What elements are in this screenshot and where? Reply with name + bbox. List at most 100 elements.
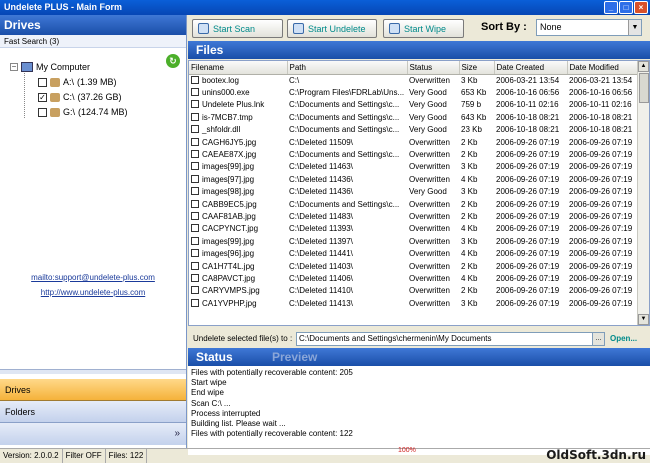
tab-preview[interactable]: Preview: [272, 348, 317, 366]
column-header[interactable]: Size: [459, 61, 495, 75]
table-cell: C:\Deleted 11413\: [289, 298, 353, 308]
start-scan-button[interactable]: Start Scan: [192, 19, 283, 38]
table-row[interactable]: CA1H7T4L.jpg C:\Deleted 11403\ Overwritten…: [189, 260, 637, 272]
table-cell: 2006-09-26 07:19: [569, 261, 633, 271]
nav-folders[interactable]: Folders: [0, 401, 186, 423]
refresh-icon[interactable]: ↻: [166, 54, 180, 68]
table-cell: C:\Deleted 11410\: [289, 286, 353, 296]
table-cell: 4 Kb: [461, 249, 478, 259]
minimize-button[interactable]: _: [604, 1, 618, 14]
table-row[interactable]: images[99].jpg C:\Deleted 11463\ Overwritt…: [189, 161, 637, 173]
log-line: Files with potentially recoverable conte…: [191, 429, 353, 439]
file-checkbox[interactable]: [191, 75, 199, 84]
destination-input[interactable]: C:\Documents and Settings\chermenin\My D…: [296, 332, 593, 346]
table-row[interactable]: CABB9EC5.jpg C:\Documents and Settings\c.…: [189, 198, 637, 210]
drive-c-checkbox[interactable]: ✓: [38, 92, 47, 102]
file-checkbox[interactable]: [191, 174, 199, 183]
scroll-down-icon[interactable]: ▼: [638, 314, 649, 325]
table-cell: Very Good: [409, 112, 447, 122]
table-row[interactable]: CACPYNCT.jpg C:\Deleted 11393\ Overwritten…: [189, 223, 637, 235]
table-row[interactable]: unins000.exe C:\Program Files\FDRLab\Uns.…: [189, 86, 637, 98]
tree-item-my-computer[interactable]: − My Computer: [10, 62, 90, 72]
table-cell: 2006-09-26 07:19: [496, 162, 560, 172]
column-header[interactable]: Date Created: [494, 61, 568, 75]
drive-a-checkbox[interactable]: [38, 77, 47, 87]
file-checkbox[interactable]: [191, 150, 199, 159]
website-link[interactable]: http://www.undelete-plus.com: [0, 288, 186, 297]
file-checkbox[interactable]: [191, 286, 199, 295]
file-checkbox[interactable]: [191, 199, 199, 208]
table-row[interactable]: CAEAE87X.jpg C:\Documents and Settings\c.…: [189, 148, 637, 160]
tree-item-drive-c[interactable]: ✓ C:\ (37.26 GB): [38, 92, 122, 102]
table-cell: 2006-09-26 07:19: [569, 162, 633, 172]
table-cell: Overwritten: [409, 249, 450, 259]
tree-item-drive-a[interactable]: A:\ (1.39 MB): [38, 77, 117, 87]
open-link[interactable]: Open...: [610, 334, 637, 343]
collapse-icon[interactable]: −: [10, 63, 18, 71]
table-row[interactable]: images[97].jpg C:\Deleted 11436\ Overwritt…: [189, 173, 637, 185]
table-row[interactable]: Undelete Plus.lnk C:\Documents and Settin…: [189, 99, 637, 111]
chevron-down-icon[interactable]: ▼: [628, 20, 641, 35]
scroll-thumb[interactable]: [639, 73, 649, 103]
file-checkbox[interactable]: [191, 211, 199, 220]
nav-drives[interactable]: Drives: [0, 379, 186, 401]
fast-search-label[interactable]: Fast Search (3): [0, 35, 186, 48]
file-checkbox[interactable]: [191, 261, 199, 270]
close-button[interactable]: ×: [634, 1, 648, 14]
file-checkbox[interactable]: [191, 137, 199, 146]
file-name: CACPYNCT.jpg: [202, 224, 259, 234]
table-row[interactable]: bootex.log C:\ Overwritten 3 Kb 2006-03-21 1…: [189, 74, 637, 86]
table-row[interactable]: CAGH6JY5.jpg C:\Deleted 11509\ Overwritten…: [189, 136, 637, 148]
support-links: mailto:support@undelete-plus.com http://…: [0, 273, 186, 303]
log-line: Building list. Please wait ...: [191, 419, 286, 429]
panel-splitter[interactable]: [0, 369, 186, 374]
maximize-button[interactable]: □: [619, 1, 633, 14]
file-checkbox[interactable]: [191, 298, 199, 307]
table-cell: 2006-09-26 07:19: [569, 224, 633, 234]
email-link[interactable]: mailto:support@undelete-plus.com: [0, 273, 186, 282]
table-cell: C:\Deleted 11436\: [289, 187, 353, 197]
table-row[interactable]: CARYVMPS.jpg C:\Deleted 11410\ Overwritten…: [189, 285, 637, 297]
table-row[interactable]: is-7MCB7.tmp C:\Documents and Settings\c.…: [189, 111, 637, 123]
table-row[interactable]: _shfoldr.dll C:\Documents and Settings\c.…: [189, 124, 637, 136]
file-checkbox[interactable]: [191, 162, 199, 171]
nav-more-chevron-icon[interactable]: »: [0, 423, 186, 445]
column-header[interactable]: Date Modified: [567, 61, 638, 75]
table-cell: 4 Kb: [461, 174, 478, 184]
table-cell: Overwritten: [409, 75, 450, 85]
table-row[interactable]: CA8PAVCT.jpg C:\Deleted 11406\ Overwritten…: [189, 272, 637, 284]
table-row[interactable]: images[96].jpg C:\Deleted 11441\ Overwritt…: [189, 247, 637, 259]
file-checkbox[interactable]: [191, 224, 199, 233]
file-checkbox[interactable]: [191, 236, 199, 245]
file-checkbox[interactable]: [191, 100, 199, 109]
start-wipe-button[interactable]: Start Wipe: [383, 19, 464, 38]
file-checkbox[interactable]: [191, 273, 199, 282]
table-cell: 2006-09-26 07:19: [496, 236, 560, 246]
table-cell: unins000.exe: [189, 86, 287, 98]
file-checkbox[interactable]: [191, 88, 199, 97]
column-header[interactable]: Path: [287, 61, 408, 75]
table-row[interactable]: CA1YVPHP.jpg C:\Deleted 11413\ Overwritten…: [189, 297, 637, 309]
file-checkbox[interactable]: [191, 125, 199, 134]
drive-g-checkbox[interactable]: [38, 107, 47, 117]
table-cell: 2 Kb: [461, 150, 478, 160]
file-checkbox[interactable]: [191, 187, 199, 196]
file-checkbox[interactable]: [191, 249, 199, 258]
undelete-icon: [293, 23, 304, 34]
table-cell: Overwritten: [409, 150, 450, 160]
table-cell: Overwritten: [409, 199, 450, 209]
table-row[interactable]: images[99].jpg C:\Deleted 11397\ Overwritt…: [189, 235, 637, 247]
scroll-up-icon[interactable]: ▲: [638, 61, 649, 72]
sort-by-select[interactable]: None ▼: [536, 19, 642, 36]
column-header[interactable]: Filename: [189, 61, 288, 75]
start-undelete-button[interactable]: Start Undelete: [287, 19, 377, 38]
table-row[interactable]: CAAF81AB.jpg C:\Deleted 11483\ Overwritten…: [189, 210, 637, 222]
tab-status[interactable]: Status: [196, 348, 233, 366]
column-header[interactable]: Status: [407, 61, 460, 75]
file-checkbox[interactable]: [191, 112, 199, 121]
browse-button[interactable]: ...: [592, 332, 605, 346]
drive-icon: [50, 77, 60, 87]
vertical-scrollbar[interactable]: ▲ ▼: [637, 61, 649, 325]
table-row[interactable]: images[98].jpg C:\Deleted 11436\ Very Good…: [189, 186, 637, 198]
tree-item-drive-g[interactable]: G:\ (124.74 MB): [38, 107, 128, 117]
